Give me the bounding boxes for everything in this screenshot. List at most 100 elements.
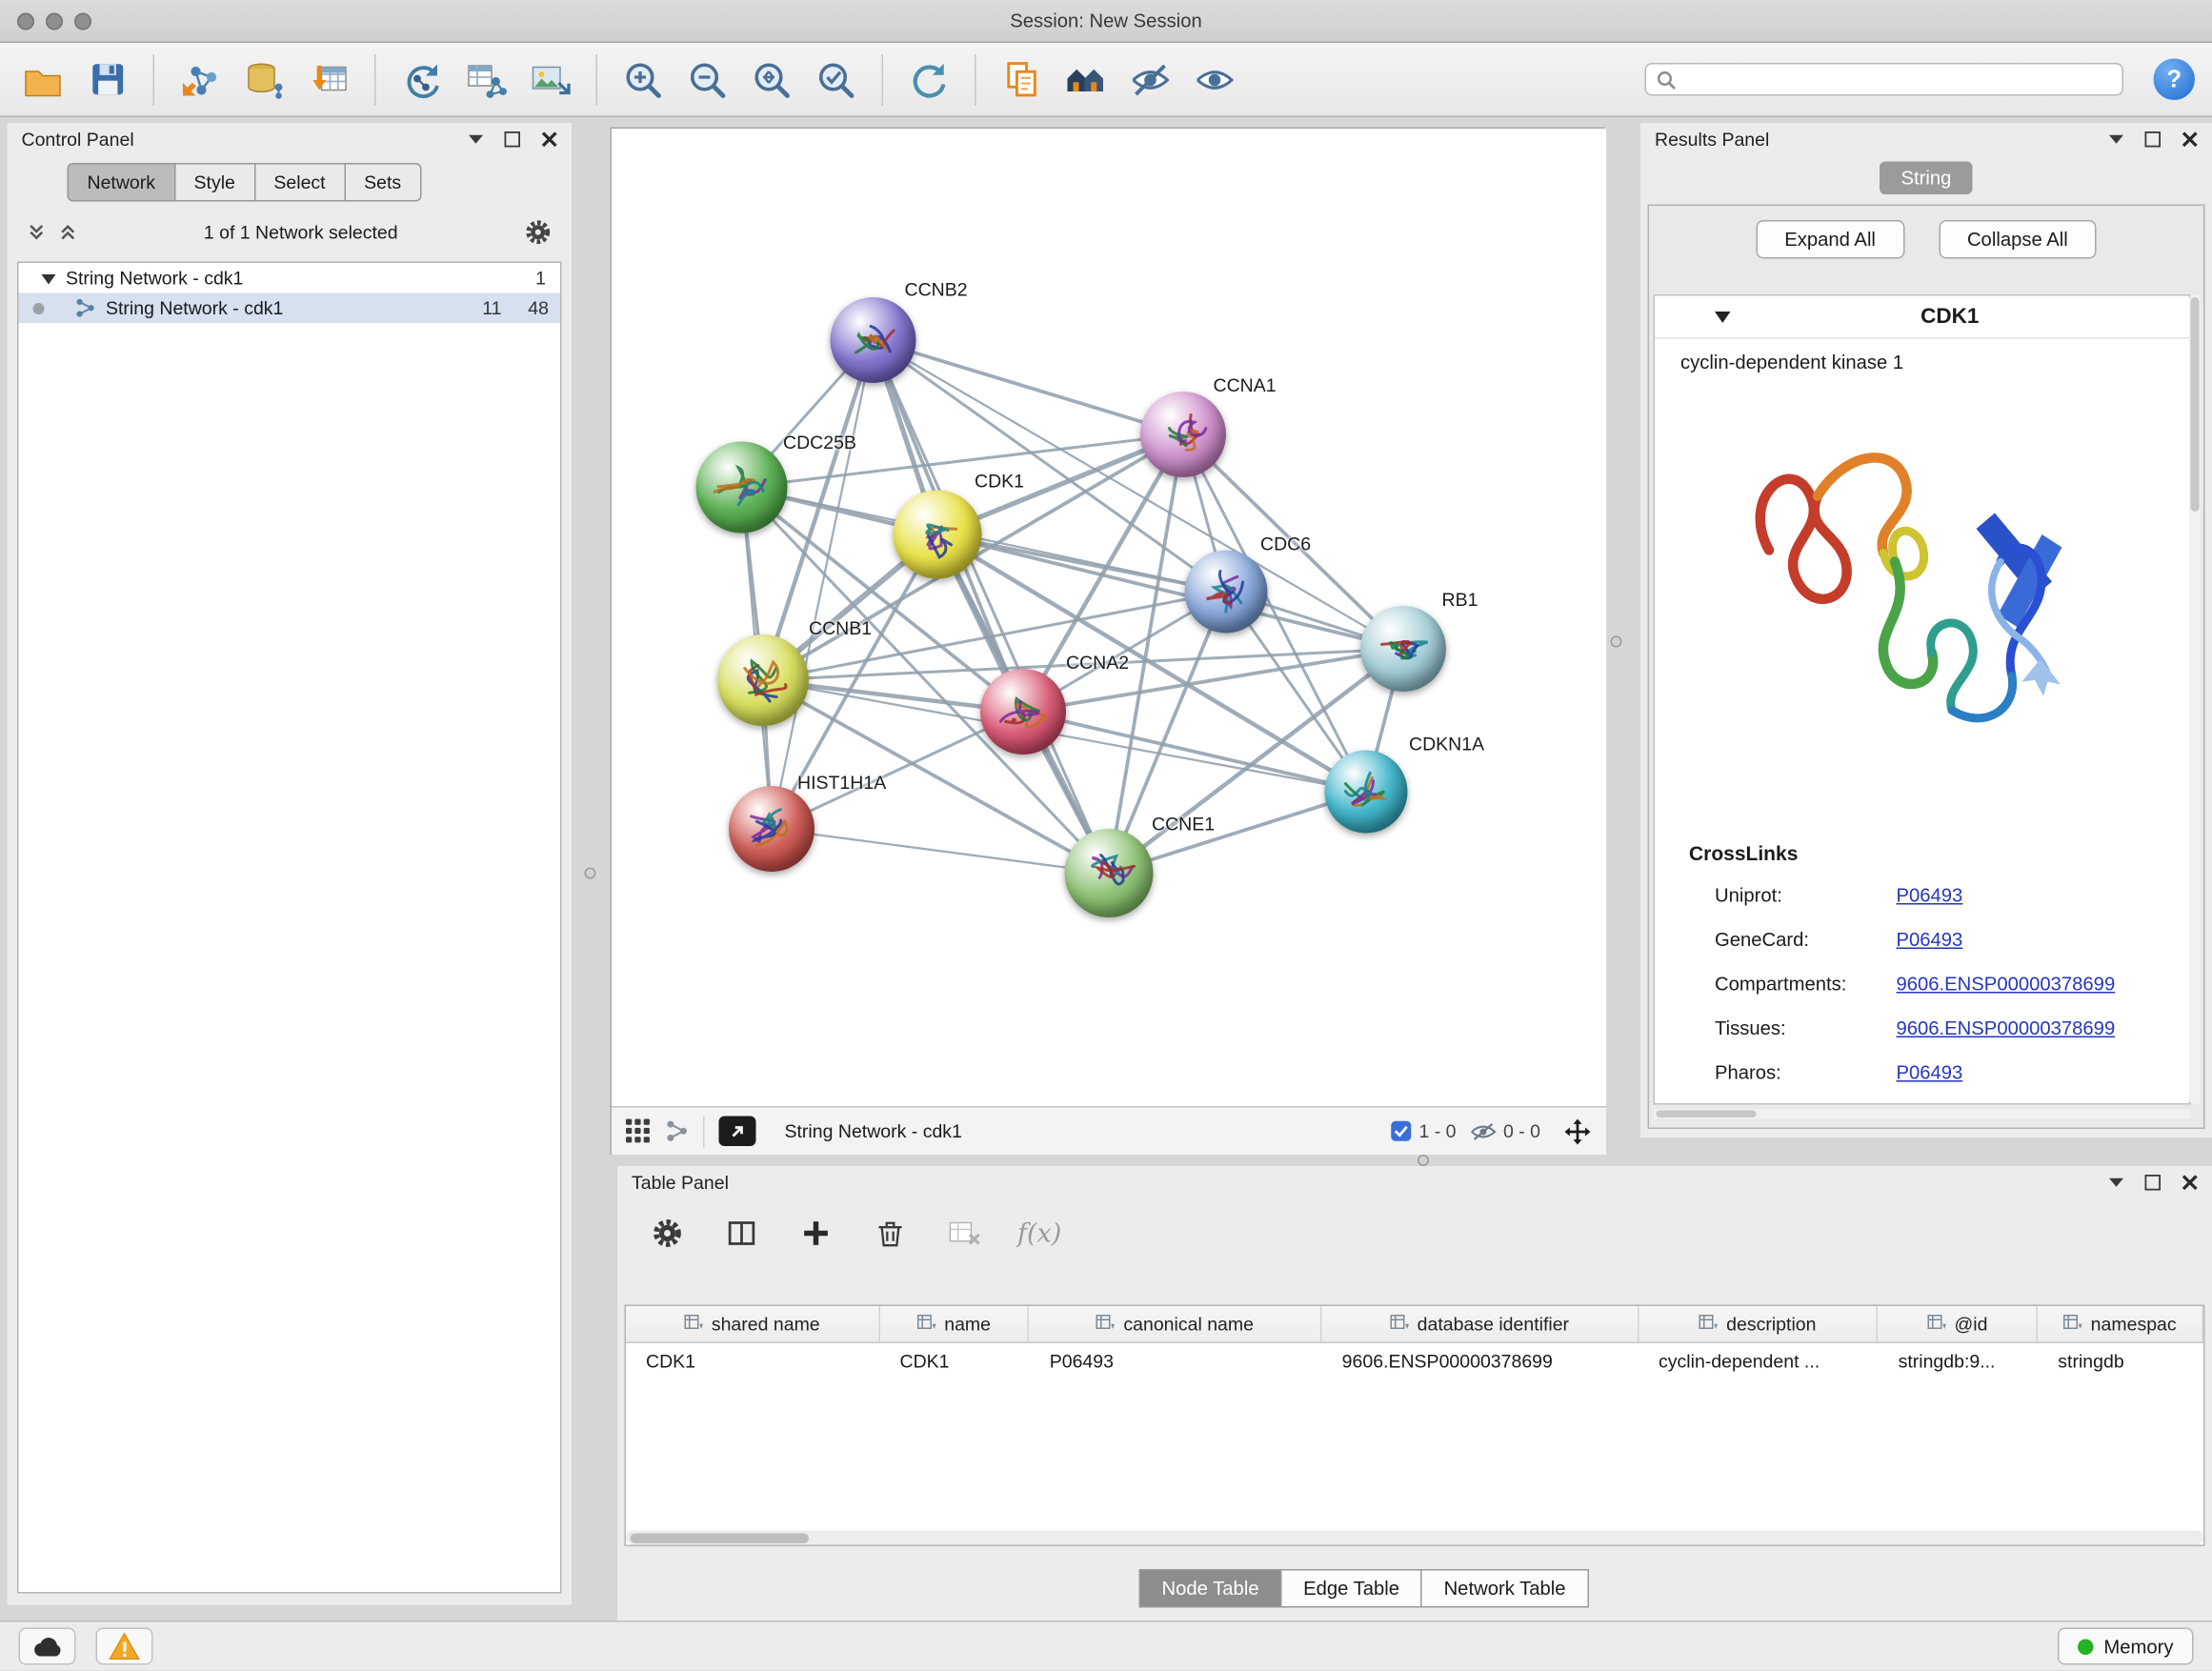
zoom-in-button[interactable] [617,52,669,107]
panel-close-icon[interactable] [2182,131,2199,147]
network-node-ccna1[interactable] [1140,392,1226,477]
network-node-ccnb2[interactable] [831,297,916,383]
close-window-button[interactable] [17,13,34,30]
tab-style[interactable]: Style [174,163,254,202]
minimize-window-button[interactable] [46,13,63,30]
network-node-rb1[interactable] [1360,606,1446,692]
import-network-file-button[interactable] [174,52,226,107]
add-column-icon[interactable] [794,1212,837,1255]
clone-network-button[interactable] [396,52,448,107]
open-session-button[interactable] [17,52,69,107]
table-settings-gear-icon[interactable] [646,1212,689,1255]
show-all-button[interactable] [1189,52,1240,107]
table-cell[interactable]: P06493 [1030,1350,1322,1372]
maximize-window-button[interactable] [74,13,91,30]
network-edge[interactable] [874,340,1110,874]
zoom-out-button[interactable] [682,52,734,107]
browser-home-button[interactable] [1060,52,1112,107]
network-node-cdk1[interactable] [894,491,982,579]
tab-network-table[interactable]: Network Table [1421,1569,1589,1608]
network-node-ccna2[interactable] [980,669,1066,755]
network-from-table-button[interactable] [460,52,512,107]
network-node-cdc6[interactable] [1185,551,1268,634]
collapse-section-icon[interactable] [1715,311,1731,324]
zoom-fit-button[interactable] [746,52,797,107]
network-node-ccnb1[interactable] [717,634,809,726]
table-cell[interactable]: stringdb [2038,1350,2203,1372]
crosslink-compartments-link[interactable]: 9606.ENSP00000378699 [1897,974,2116,996]
network-edge[interactable] [1023,712,1366,792]
panel-close-icon[interactable] [2182,1174,2199,1190]
panel-float-icon[interactable] [505,131,521,147]
panel-close-icon[interactable] [542,131,558,147]
tree-expand-icon[interactable] [42,272,56,284]
column-header-shared-name[interactable]: shared name [626,1306,880,1342]
network-node-cdkn1a[interactable] [1325,751,1408,834]
import-network-database-button[interactable] [239,52,291,107]
tab-select[interactable]: Select [253,163,344,202]
panel-menu-icon[interactable] [2109,133,2123,145]
tab-node-table[interactable]: Node Table [1139,1569,1281,1608]
table-row[interactable]: CDK1CDK1P064939606.ENSP00000378699cyclin… [626,1343,2203,1378]
column-header-namespac[interactable]: namespac [2038,1306,2203,1342]
help-button[interactable]: ? [2154,59,2196,101]
panel-menu-icon[interactable] [2109,1177,2123,1188]
network-edge[interactable] [772,829,1109,874]
network-collection-row[interactable]: String Network - cdk1 1 [19,263,561,293]
save-session-button[interactable] [82,52,133,107]
warnings-button[interactable] [96,1628,153,1665]
table-cell[interactable]: cyclin-dependent ... [1639,1350,1879,1372]
export-image-button[interactable] [525,52,576,107]
collapse-all-button[interactable]: Collapse All [1939,220,2097,259]
table-horizontal-scrollbar[interactable] [626,1531,2203,1545]
table-cell[interactable]: CDK1 [626,1350,880,1372]
memory-button[interactable]: Memory [2058,1628,2193,1665]
delete-column-icon[interactable] [869,1212,912,1255]
show-columns-icon[interactable] [720,1212,763,1255]
crosslink-uniprot-link[interactable]: P06493 [1897,885,1963,907]
crosslink-pharos-link[interactable]: P06493 [1897,1062,1963,1084]
splitter-handle[interactable] [585,868,596,879]
search-box[interactable] [1645,63,2124,96]
results-horizontal-scrollbar[interactable] [1654,1109,2191,1119]
table-cell[interactable]: 9606.ENSP00000378699 [1322,1350,1639,1372]
collapse-all-icon[interactable] [28,222,47,241]
zoom-selected-button[interactable] [811,52,862,107]
table-cell[interactable]: stringdb:9... [1879,1350,2039,1372]
splitter-handle[interactable] [1611,636,1622,648]
network-edge[interactable] [874,340,1184,434]
panel-float-icon[interactable] [2145,1174,2162,1190]
network-view-type-icon[interactable] [665,1119,690,1144]
tab-string[interactable]: String [1880,162,1973,195]
search-input[interactable] [1685,69,2113,91]
network-node-cdc25b[interactable] [696,442,788,534]
hidden-eye-icon[interactable] [1470,1121,1496,1141]
gear-icon[interactable] [525,218,553,246]
column-header-description[interactable]: description [1639,1306,1879,1342]
hide-selection-button[interactable] [1125,52,1176,107]
column-header-database-identifier[interactable]: database identifier [1322,1306,1639,1342]
network-edge[interactable] [772,340,874,829]
refresh-view-button[interactable] [903,52,955,107]
column-header-canonical-name[interactable]: canonical name [1030,1306,1322,1342]
tab-edge-table[interactable]: Edge Table [1280,1569,1420,1608]
import-table-button[interactable] [303,52,354,107]
network-canvas[interactable]: CCNB2CCNA1CDC25BCDK1CDC6RB1CCNB1CCNA2CDK… [612,129,1606,1106]
node-table[interactable]: shared namenamecanonical namedatabase id… [625,1305,2205,1547]
tab-network[interactable]: Network [68,163,174,202]
column-header--id[interactable]: @id [1879,1306,2039,1342]
checkbox-icon[interactable] [1390,1120,1412,1142]
crosslink-genecard-link[interactable]: P06493 [1897,929,1963,951]
panel-menu-icon[interactable] [469,133,483,145]
network-node-hist1h1a[interactable] [729,786,814,872]
copy-document-button[interactable] [996,52,1048,107]
table-cell[interactable]: CDK1 [880,1350,1030,1372]
panel-float-icon[interactable] [2145,131,2162,147]
expand-all-button[interactable]: Expand All [1756,220,1904,259]
network-row[interactable]: String Network - cdk1 11 48 [19,293,561,324]
splitter-handle[interactable] [1418,1155,1429,1166]
pan-mode-icon[interactable] [1563,1117,1592,1145]
column-header-name[interactable]: name [880,1306,1030,1342]
grid-view-icon[interactable] [626,1119,651,1144]
expand-all-icon[interactable] [59,222,78,241]
